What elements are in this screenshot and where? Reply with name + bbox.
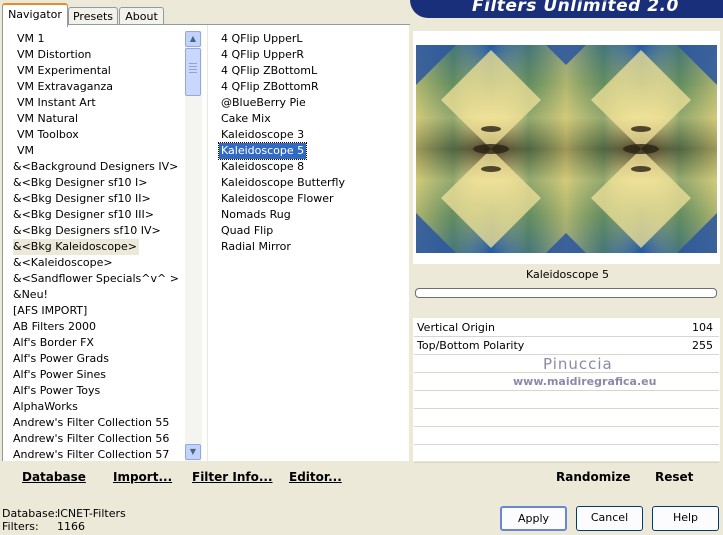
param-row-vertical-origin[interactable]: Vertical Origin 104 (414, 319, 719, 337)
filter-item[interactable]: Kaleidoscope 8 (219, 159, 306, 175)
filter-item[interactable]: Nomads Rug (219, 207, 293, 223)
param-row-empty (414, 409, 719, 427)
help-button[interactable]: Help (652, 506, 719, 531)
filters-count: 1166 (57, 520, 85, 533)
category-item[interactable]: &Neu! (13, 287, 48, 303)
filter-info-button[interactable]: Filter Info... (192, 470, 273, 484)
category-item[interactable]: &<Sandflower Specials^v^ > (13, 271, 179, 287)
category-item[interactable]: &<Background Designers IV> (13, 159, 178, 175)
category-item[interactable]: Andrew's Filter Collection 56 (13, 431, 169, 447)
apply-button[interactable]: Apply (500, 506, 567, 531)
preview-image (416, 45, 717, 253)
category-item[interactable]: Alf's Power Grads (13, 351, 109, 367)
watermark-name: Pinuccia (543, 355, 613, 373)
database-button[interactable]: Database (22, 470, 86, 484)
category-item[interactable]: &<Bkg Designers sf10 IV> (13, 223, 161, 239)
randomize-button[interactable]: Randomize (556, 470, 630, 484)
category-item[interactable]: VM (17, 143, 34, 159)
category-item[interactable]: [AFS IMPORT] (13, 303, 87, 319)
param-name: Top/Bottom Polarity (417, 339, 525, 352)
filter-item[interactable]: @BlueBerry Pie (219, 95, 308, 111)
filter-list[interactable]: 4 QFlip UpperL 4 QFlip UpperR 4 QFlip ZBot… (208, 25, 409, 461)
param-value: 255 (692, 339, 713, 352)
category-item[interactable]: &<Bkg Designer sf10 III> (13, 207, 154, 223)
filter-item[interactable]: 4 QFlip ZBottomL (219, 63, 319, 79)
filter-item[interactable]: 4 QFlip UpperR (219, 47, 306, 63)
filter-item[interactable]: Kaleidoscope 3 (219, 127, 306, 143)
chevron-up-icon[interactable]: ▲ (185, 31, 201, 47)
scroll-thumb[interactable] (185, 48, 201, 96)
chevron-down-icon[interactable]: ▼ (185, 444, 201, 460)
category-item[interactable]: &<Bkg Designer sf10 II> (13, 191, 151, 207)
category-item[interactable]: VM 1 (17, 31, 45, 47)
category-item[interactable]: &<Bkg Kaleidoscope> (13, 239, 140, 255)
database-value: ICNET-Filters (57, 507, 126, 520)
category-list[interactable]: VM 1 VM Distortion VM Experimental VM Extra… (2, 25, 207, 461)
param-value: 104 (692, 321, 713, 334)
category-item[interactable]: VM Instant Art (17, 95, 96, 111)
tab-about[interactable]: About (119, 7, 164, 25)
watermark-url: www.maidiregrafica.eu (513, 375, 657, 388)
database-label: Database: (2, 507, 59, 520)
filters-label: Filters: (2, 520, 39, 533)
category-item[interactable]: &<Bkg Designer sf10 I> (13, 175, 148, 191)
category-item[interactable]: VM Natural (17, 111, 78, 127)
category-item[interactable]: VM Toolbox (17, 127, 79, 143)
category-item[interactable]: Andrew's Filter Collection 55 (13, 415, 169, 431)
category-item[interactable]: AlphaWorks (13, 399, 78, 415)
filter-item[interactable]: Kaleidoscope Flower (219, 191, 336, 207)
filter-item[interactable]: Cake Mix (219, 111, 273, 127)
filter-item[interactable]: Quad Flip (219, 223, 275, 239)
filter-item[interactable]: Kaleidoscope 5 (217, 142, 308, 160)
filter-item[interactable]: 4 QFlip ZBottomR (219, 79, 321, 95)
category-item[interactable]: VM Distortion (17, 47, 91, 63)
progress-bar (415, 288, 717, 298)
preview-label: Kaleidoscope 5 (415, 264, 720, 286)
category-item[interactable]: Alf's Power Sines (13, 367, 106, 383)
filter-item[interactable]: 4 QFlip UpperL (219, 31, 305, 47)
cancel-button[interactable]: Cancel (576, 506, 643, 531)
category-item[interactable]: Alf's Power Toys (13, 383, 100, 399)
category-item[interactable]: VM Experimental (17, 63, 111, 79)
app-title: Filters Unlimited 2.0 (472, 0, 679, 16)
import-button[interactable]: Import... (113, 470, 172, 484)
filter-item[interactable]: Radial Mirror (219, 239, 293, 255)
category-item[interactable]: VM Extravaganza (17, 79, 113, 95)
tab-presets[interactable]: Presets (68, 7, 118, 25)
editor-button[interactable]: Editor... (289, 470, 342, 484)
category-item[interactable]: AB Filters 2000 (13, 319, 96, 335)
category-item[interactable]: Alf's Border FX (13, 335, 94, 351)
param-row-empty (414, 427, 719, 445)
category-item[interactable]: Andrew's Filter Collection 57 (13, 447, 169, 463)
category-scrollbar[interactable]: ▲ ▼ (185, 31, 202, 461)
app-banner: Filters Unlimited 2.0 (410, 0, 723, 18)
param-row-polarity[interactable]: Top/Bottom Polarity 255 (414, 337, 719, 355)
tab-navigator[interactable]: Navigator (2, 3, 68, 27)
param-row-empty (414, 445, 719, 463)
category-item[interactable]: &<Kaleidoscope> (13, 255, 113, 271)
filter-item[interactable]: Kaleidoscope Butterfly (219, 175, 347, 191)
reset-button[interactable]: Reset (655, 470, 693, 484)
param-row-empty (414, 391, 719, 409)
param-name: Vertical Origin (417, 321, 495, 334)
